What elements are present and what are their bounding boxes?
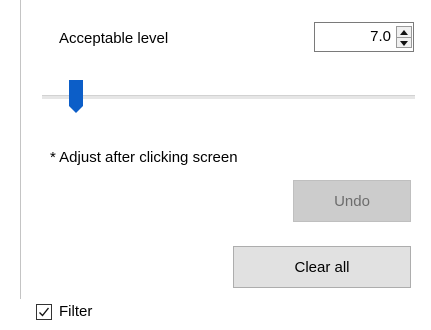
clear-all-button[interactable]: Clear all xyxy=(233,246,411,288)
undo-button[interactable]: Undo xyxy=(293,180,411,222)
chevron-up-icon xyxy=(400,29,408,35)
filter-label: Filter xyxy=(59,303,93,320)
acceptable-level-slider[interactable] xyxy=(42,80,415,116)
adjust-hint-text: * Adjust after clicking screen xyxy=(50,149,238,166)
checkmark-icon xyxy=(39,307,50,317)
acceptable-level-value[interactable]: 7.0 xyxy=(370,23,391,51)
spin-buttons xyxy=(396,26,412,48)
acceptable-level-spinbox[interactable]: 7.0 xyxy=(314,22,414,52)
filter-checkbox[interactable] xyxy=(36,304,52,320)
slider-thumb[interactable] xyxy=(68,80,83,114)
slider-track[interactable] xyxy=(42,95,415,99)
spin-down-button[interactable] xyxy=(397,37,411,48)
spin-up-button[interactable] xyxy=(397,27,411,37)
chevron-down-icon xyxy=(400,40,408,46)
filter-checkbox-row[interactable]: Filter xyxy=(36,303,92,321)
panel-left-border xyxy=(20,0,21,299)
acceptable-level-label: Acceptable level xyxy=(59,30,169,47)
